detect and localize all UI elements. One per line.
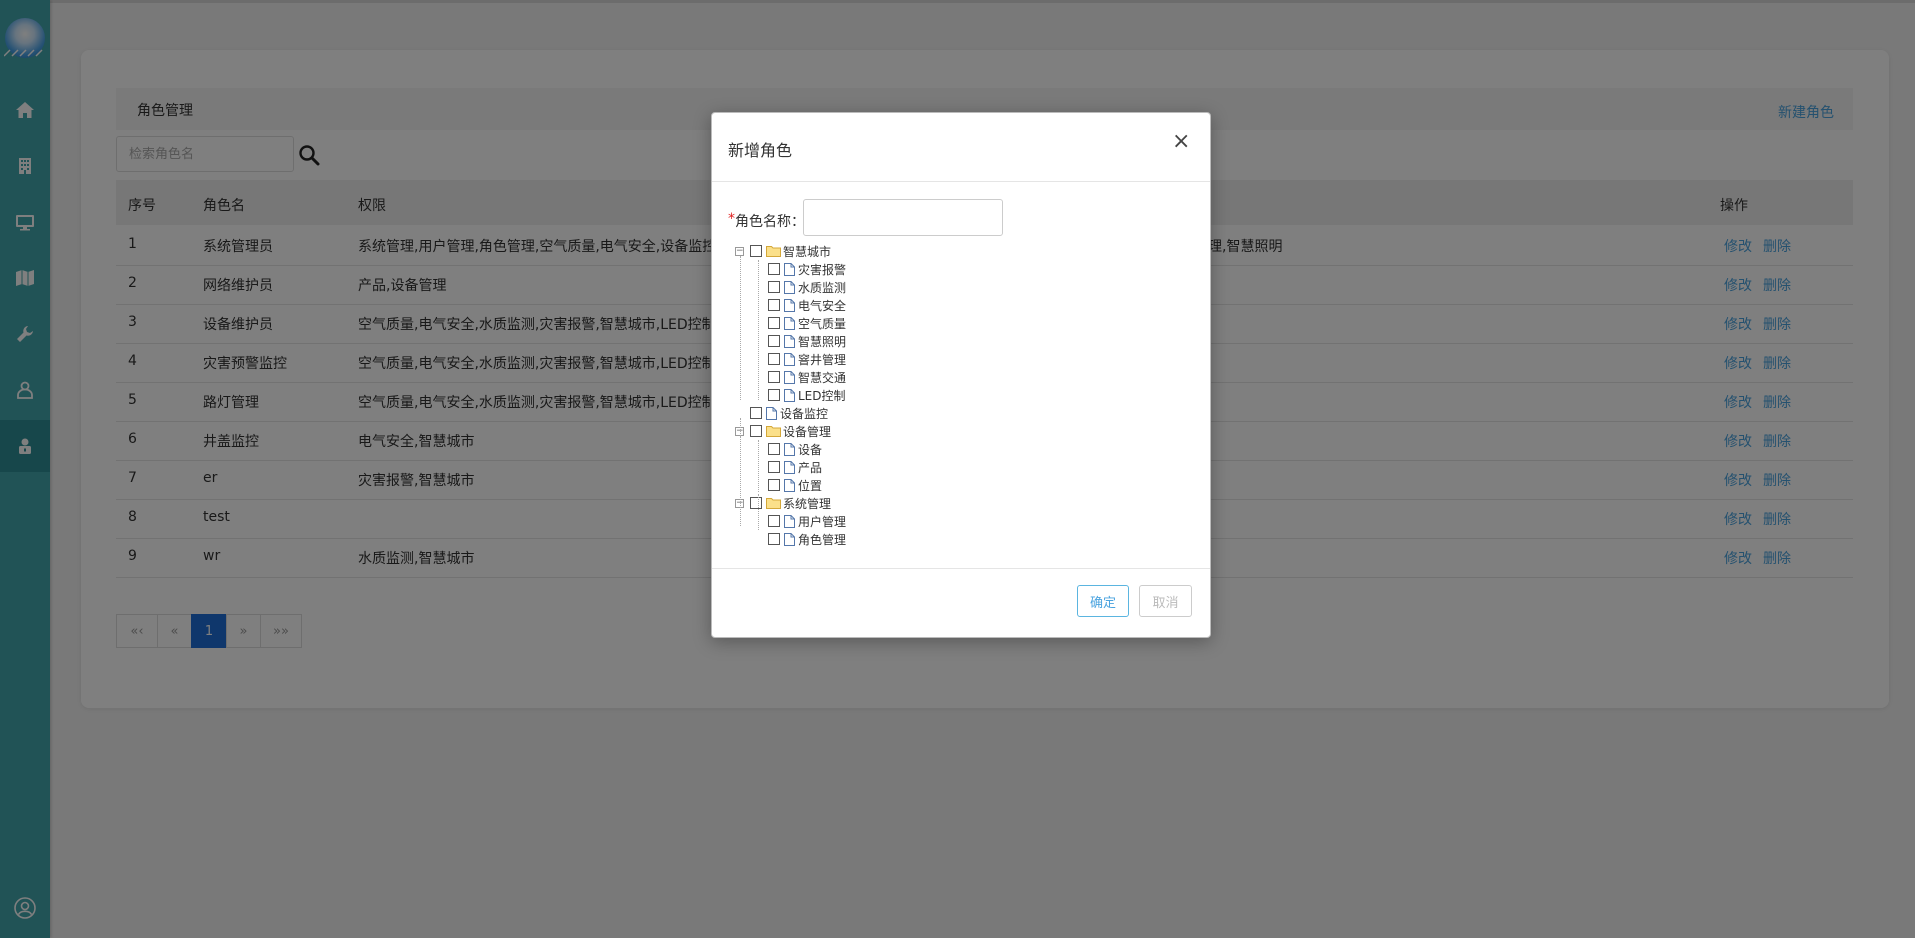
- tree-checkbox[interactable]: [768, 353, 780, 365]
- tree-node-label: 智慧照明: [798, 334, 847, 349]
- tree-checkbox[interactable]: [768, 281, 780, 293]
- tree-node-label: 设备管理: [783, 424, 832, 439]
- tree-checkbox[interactable]: [768, 515, 780, 527]
- file-icon: [784, 298, 795, 312]
- tree-checkbox[interactable]: [768, 389, 780, 401]
- tree-node[interactable]: 电气安全: [768, 296, 846, 314]
- tree-guide-line: [740, 436, 741, 526]
- file-icon: [766, 406, 777, 420]
- tree-checkbox[interactable]: [750, 425, 762, 437]
- tree-node[interactable]: 设备: [768, 440, 822, 458]
- file-icon: [784, 280, 795, 294]
- file-icon: [784, 352, 795, 366]
- tree-checkbox[interactable]: [768, 479, 780, 491]
- tree-node-label: 水质监测: [798, 280, 847, 295]
- tree-node-label: 系统管理: [783, 496, 832, 511]
- file-icon: [784, 460, 795, 474]
- tree-checkbox[interactable]: [768, 371, 780, 383]
- tree-node-label: 用户管理: [798, 514, 847, 529]
- tree-node[interactable]: 位置: [768, 476, 822, 494]
- tree-node[interactable]: 角色管理: [768, 530, 846, 548]
- tree-node-label: 智慧交通: [798, 370, 847, 385]
- tree-checkbox[interactable]: [768, 335, 780, 347]
- file-icon: [784, 334, 795, 348]
- tree-node-label: 电气安全: [798, 298, 847, 313]
- role-name-input[interactable]: [803, 199, 1003, 236]
- tree-checkbox[interactable]: [750, 497, 762, 509]
- file-icon: [784, 514, 795, 528]
- file-icon: [784, 442, 795, 456]
- file-icon: [784, 478, 795, 492]
- tree-node-label: 灾害报警: [798, 262, 847, 277]
- divider: [712, 181, 1210, 182]
- tree-node[interactable]: 空气质量: [768, 314, 846, 332]
- tree-guide-line: [740, 418, 741, 436]
- add-role-dialog: 新增角色 × * 角色名称： − 智慧城市灾害报警水质监测电气安全空气质量智慧照明…: [711, 112, 1211, 638]
- tree-node-label: 空气质量: [798, 316, 847, 331]
- tree-node-label: 产品: [798, 460, 823, 475]
- close-icon[interactable]: ×: [1172, 129, 1190, 154]
- collapse-toggle-icon[interactable]: −: [735, 246, 744, 256]
- tree-node-label: 设备: [798, 442, 823, 457]
- tree-node[interactable]: 智慧交通: [768, 368, 846, 386]
- tree-node[interactable]: 产品: [768, 458, 822, 476]
- tree-node-label: 设备监控: [780, 406, 829, 421]
- required-mark: *: [728, 211, 735, 227]
- tree-node[interactable]: 智慧照明: [768, 332, 846, 350]
- folder-icon: [766, 498, 781, 509]
- folder-icon: [766, 426, 781, 437]
- tree-node[interactable]: 灾害报警: [768, 260, 846, 278]
- tree-node[interactable]: 窨井管理: [768, 350, 846, 368]
- tree-node-label: 位置: [798, 478, 823, 493]
- file-icon: [784, 532, 795, 546]
- tree-node[interactable]: − 系统管理: [735, 494, 831, 512]
- tree-node[interactable]: 设备监控: [735, 404, 828, 422]
- tree-checkbox[interactable]: [768, 533, 780, 545]
- tree-checkbox[interactable]: [768, 263, 780, 275]
- dialog-title: 新增角色: [728, 141, 793, 160]
- tree-guide-line: [740, 256, 741, 400]
- folder-icon: [766, 246, 781, 257]
- tree-node[interactable]: 用户管理: [768, 512, 846, 530]
- tree-checkbox[interactable]: [750, 407, 762, 419]
- file-icon: [784, 370, 795, 384]
- tree-checkbox[interactable]: [750, 245, 762, 257]
- tree-guide-line: [758, 260, 759, 400]
- tree-checkbox[interactable]: [768, 461, 780, 473]
- tree-checkbox[interactable]: [768, 443, 780, 455]
- divider: [712, 568, 1210, 569]
- tree-node-label: 智慧城市: [783, 244, 832, 259]
- confirm-button[interactable]: 确定: [1077, 585, 1129, 617]
- tree-node[interactable]: − 智慧城市: [735, 242, 831, 260]
- role-name-label: 角色名称：: [735, 214, 805, 230]
- tree-node[interactable]: 水质监测: [768, 278, 846, 296]
- tree-node[interactable]: LED控制: [768, 386, 846, 404]
- tree-guide-line: [758, 494, 759, 530]
- file-icon: [784, 316, 795, 330]
- tree-node-label: LED控制: [798, 388, 846, 403]
- tree-node-label: 窨井管理: [798, 352, 847, 367]
- file-icon: [784, 262, 795, 276]
- tree-node-label: 角色管理: [798, 532, 847, 547]
- tree-guide-line: [758, 440, 759, 492]
- file-icon: [784, 388, 795, 402]
- tree-checkbox[interactable]: [768, 299, 780, 311]
- tree-checkbox[interactable]: [768, 317, 780, 329]
- cancel-button[interactable]: 取消: [1139, 585, 1192, 617]
- tree-node[interactable]: − 设备管理: [735, 422, 831, 440]
